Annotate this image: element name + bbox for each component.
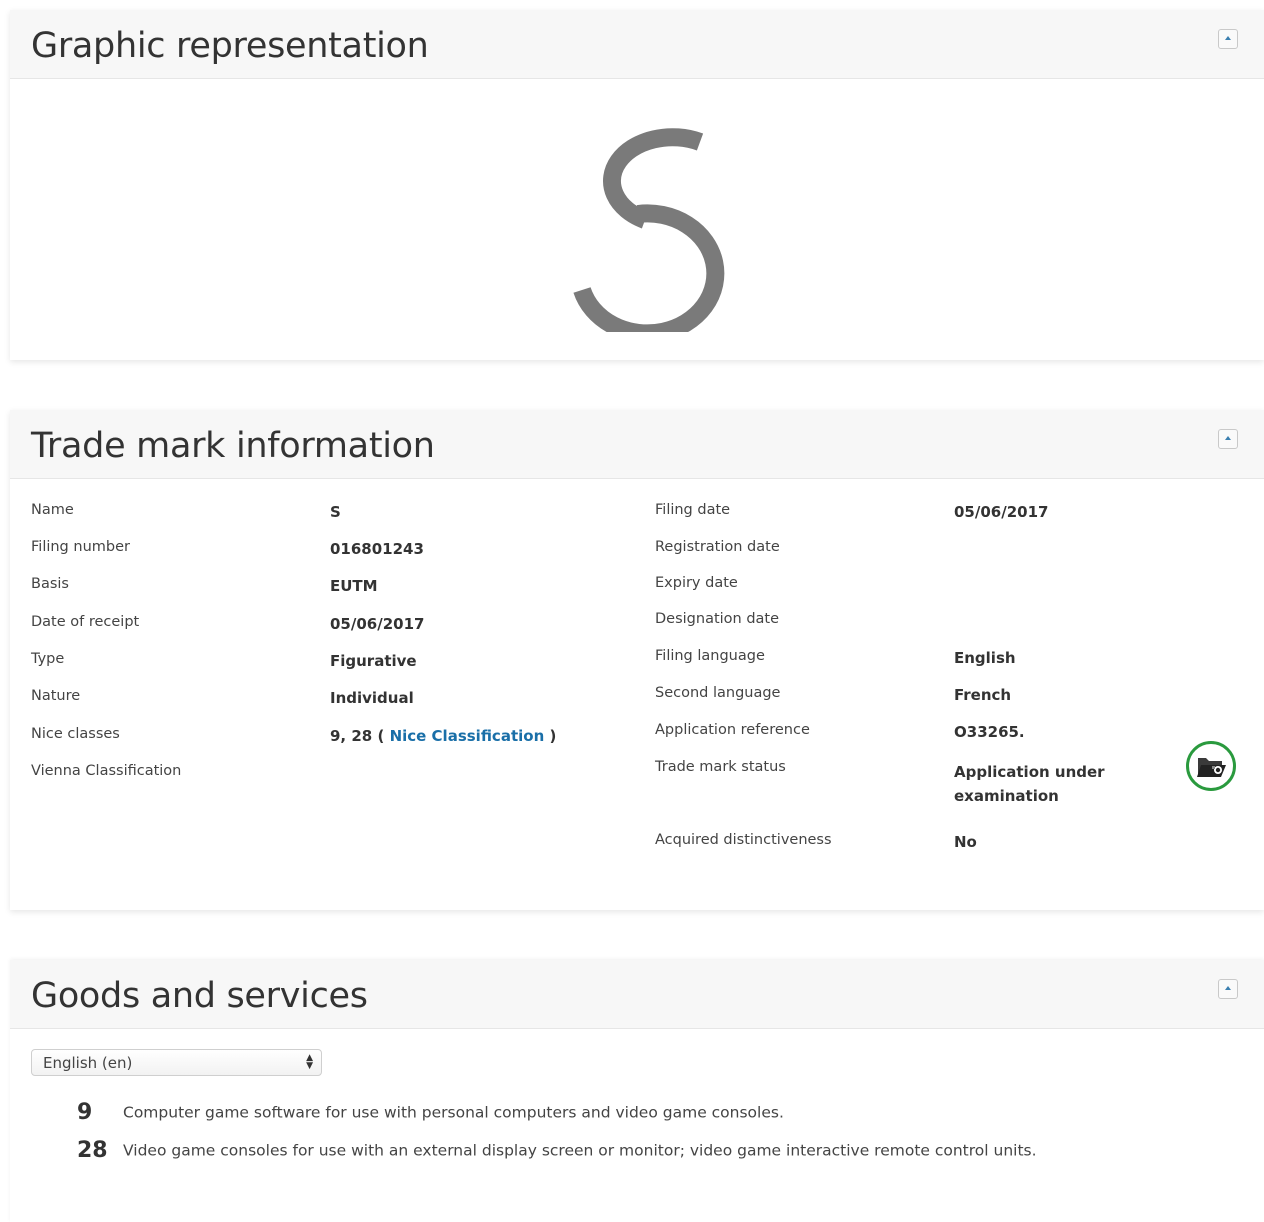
goods-description: Video game consoles for use with an exte… bbox=[123, 1141, 1037, 1160]
panel-title: Trade mark information bbox=[31, 426, 435, 466]
value-name: S bbox=[330, 503, 341, 521]
stylized-s-logo bbox=[550, 102, 750, 343]
goods-class-number: 9 bbox=[77, 1100, 93, 1125]
label-trade-mark-status: Trade mark status bbox=[655, 759, 786, 775]
label-vienna-classification: Vienna Classification bbox=[31, 763, 182, 779]
graphic-representation-panel: Graphic representation bbox=[10, 10, 1264, 360]
language-select[interactable]: English (en) ▲ ▼ bbox=[31, 1049, 322, 1076]
label-second-language: Second language bbox=[655, 685, 781, 701]
label-name: Name bbox=[31, 502, 74, 518]
paren-close: ) bbox=[549, 727, 557, 745]
collapse-up-icon[interactable] bbox=[1218, 979, 1238, 999]
open-folder-icon[interactable] bbox=[1186, 741, 1236, 791]
value-nice-classes: 9, 28 ( Nice Classification ) bbox=[330, 727, 556, 745]
label-acquired-distinctiveness: Acquired distinctiveness bbox=[655, 832, 832, 848]
collapse-up-icon[interactable] bbox=[1218, 429, 1238, 449]
value-trade-mark-status: Application under examination bbox=[954, 760, 1105, 808]
nice-classification-link[interactable]: Nice Classification bbox=[390, 727, 545, 745]
label-nice-classes: Nice classes bbox=[31, 726, 120, 742]
label-filing-number: Filing number bbox=[31, 539, 130, 555]
status-line-2: examination bbox=[954, 787, 1059, 805]
value-filing-language: English bbox=[954, 649, 1016, 667]
language-select-value: English (en) bbox=[43, 1054, 133, 1072]
goods-and-services-panel: Goods and services English (en) ▲ ▼ 9 Comp… bbox=[10, 960, 1264, 1222]
value-second-language: French bbox=[954, 686, 1012, 704]
label-filing-language: Filing language bbox=[655, 648, 765, 664]
goods-item: 28 Video game consoles for use with an ex… bbox=[77, 1138, 1037, 1163]
value-application-reference: O33265. bbox=[954, 723, 1025, 741]
panel-title: Goods and services bbox=[31, 976, 368, 1016]
paren-open: ( bbox=[377, 727, 385, 745]
value-filing-date: 05/06/2017 bbox=[954, 503, 1049, 521]
panel-title: Graphic representation bbox=[31, 26, 429, 66]
label-date-of-receipt: Date of receipt bbox=[31, 614, 140, 630]
label-type: Type bbox=[31, 651, 65, 667]
label-expiry-date: Expiry date bbox=[655, 575, 738, 591]
panel-header: Trade mark information bbox=[10, 410, 1264, 479]
label-registration-date: Registration date bbox=[655, 539, 780, 555]
collapse-up-icon[interactable] bbox=[1218, 29, 1238, 49]
goods-item: 9 Computer game software for use with per… bbox=[77, 1100, 784, 1125]
goods-class-number: 28 bbox=[77, 1138, 108, 1163]
value-acquired-distinctiveness: No bbox=[954, 833, 977, 851]
label-application-reference: Application reference bbox=[655, 722, 810, 738]
value-type: Figurative bbox=[330, 652, 417, 670]
nice-classes-numbers: 9, 28 bbox=[330, 727, 373, 745]
value-filing-number: 016801243 bbox=[330, 540, 424, 558]
value-date-of-receipt: 05/06/2017 bbox=[330, 615, 425, 633]
status-line-1: Application under bbox=[954, 763, 1105, 781]
select-arrows-icon: ▲ ▼ bbox=[306, 1053, 313, 1071]
label-designation-date: Designation date bbox=[655, 611, 780, 627]
label-nature: Nature bbox=[31, 688, 81, 704]
value-basis: EUTM bbox=[330, 577, 378, 595]
trade-mark-information-panel: Trade mark information Name S Filing num… bbox=[10, 410, 1264, 910]
panel-header: Goods and services bbox=[10, 960, 1264, 1029]
goods-description: Computer game software for use with pers… bbox=[123, 1103, 784, 1122]
label-filing-date: Filing date bbox=[655, 502, 731, 518]
value-nature: Individual bbox=[330, 689, 414, 707]
panel-header: Graphic representation bbox=[10, 10, 1264, 79]
label-basis: Basis bbox=[31, 576, 69, 592]
